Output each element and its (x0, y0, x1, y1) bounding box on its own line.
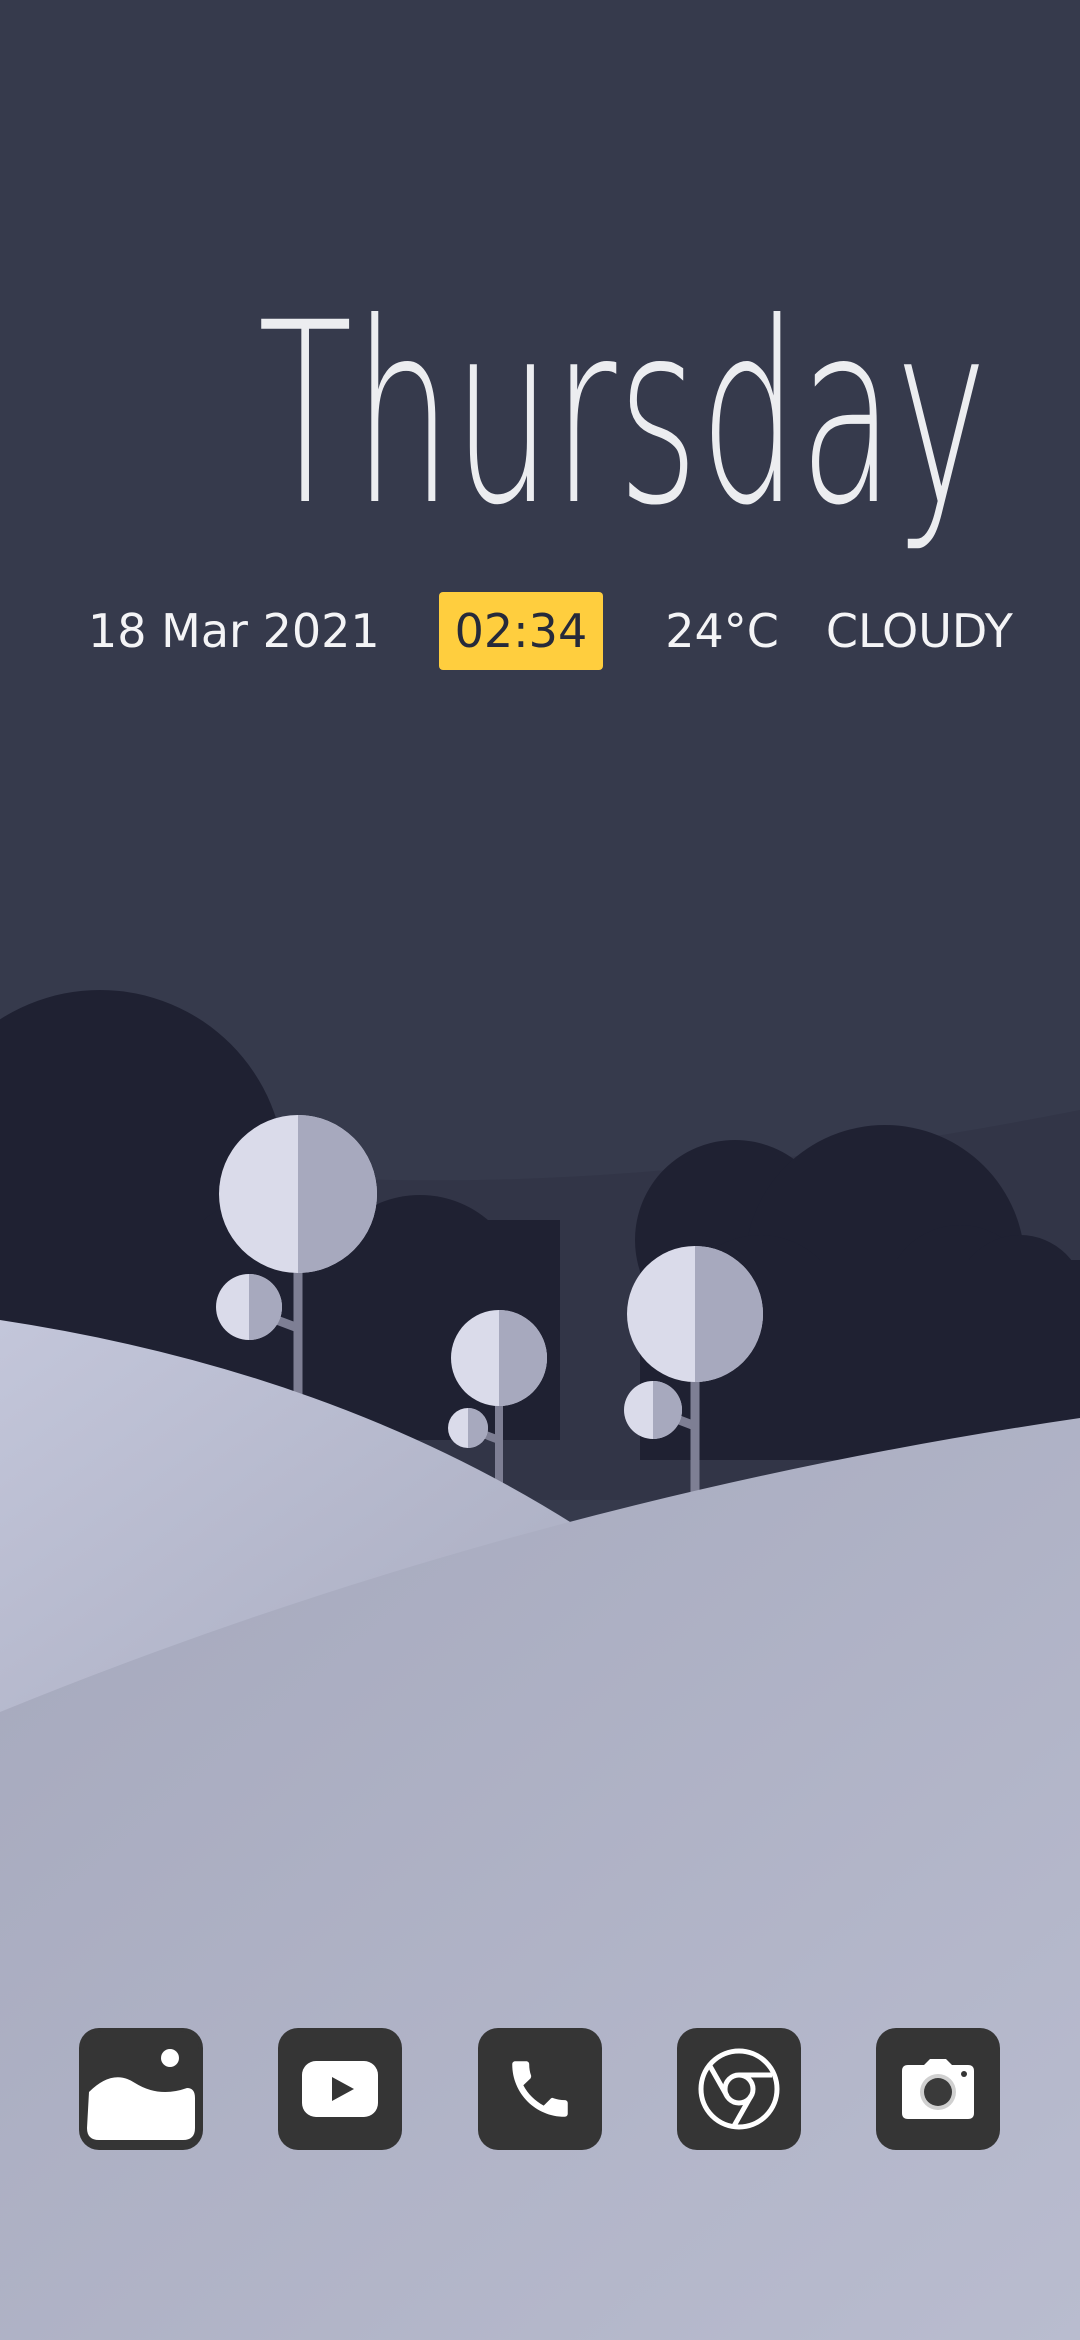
temperature-label[interactable]: 24°C (665, 604, 779, 658)
chrome-icon (698, 2048, 780, 2130)
gallery-icon (83, 2031, 199, 2147)
gallery-app-button[interactable] (79, 2028, 203, 2150)
time-label[interactable]: 02:34 (438, 592, 604, 670)
youtube-app-button[interactable] (278, 2028, 402, 2150)
home-screen: Thursday 18 Mar 2021 02:34 24°C CLOUDY (0, 0, 1080, 2340)
chrome-app-button[interactable] (677, 2028, 801, 2150)
phone-icon (512, 2061, 568, 2117)
day-of-week: Thursday (257, 269, 988, 560)
camera-app-button[interactable] (876, 2028, 1000, 2150)
phone-app-button[interactable] (478, 2028, 602, 2150)
date-time-weather-row: 18 Mar 2021 02:34 24°C CLOUDY (88, 592, 1013, 670)
date-label: 18 Mar 2021 (88, 604, 380, 658)
youtube-icon (302, 2061, 378, 2117)
app-dock (0, 2028, 1080, 2150)
camera-icon (902, 2059, 974, 2119)
weather-condition-label[interactable]: CLOUDY (826, 604, 1013, 658)
